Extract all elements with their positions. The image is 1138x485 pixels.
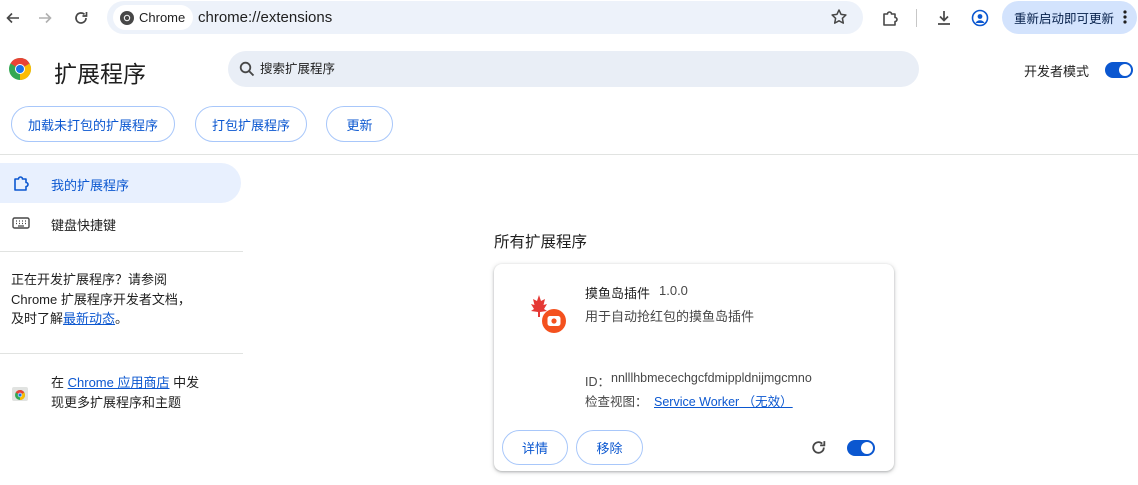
developer-mode-label: 开发者模式 — [1024, 64, 1090, 79]
dev-docs-line2: Chrome 扩展程序开发者文档， — [11, 291, 191, 307]
download-icon — [938, 11, 950, 25]
inspect-views-label: 检查视图： — [585, 395, 648, 409]
back-button[interactable] — [0, 5, 26, 31]
chrome-web-store-icon — [12, 387, 28, 401]
dev-docs-line3: 及时了解最新动态。 — [11, 309, 191, 329]
sidebar-item-label: 键盘快捷键 — [51, 218, 117, 233]
url-text[interactable]: chrome://extensions — [198, 9, 332, 26]
web-store-promo: 在 Chrome 应用商店 中发 现更多扩展程序和主题 — [51, 373, 199, 412]
downloads-button[interactable] — [931, 5, 957, 31]
reload-button[interactable] — [68, 5, 94, 31]
extension-id-label: ID： — [585, 375, 611, 389]
sidebar-divider — [0, 251, 243, 252]
bookmark-star-button[interactable] — [827, 5, 851, 29]
dev-docs-line3-prefix: 及时了解 — [11, 311, 64, 326]
extension-description: 用于自动抢红包的摸鱼岛插件 — [585, 309, 755, 324]
update-button[interactable]: 更新 — [326, 106, 393, 142]
profile-button[interactable] — [967, 5, 993, 31]
sidebar-item-my-extensions[interactable]: 我的扩展程序 — [0, 163, 241, 203]
web-store-prefix: 在 — [51, 375, 68, 390]
extension-id: nnlllhbmecechgcfdmippldnijmgcmno — [611, 371, 812, 385]
search-input[interactable] — [260, 51, 900, 87]
page-title: 扩展程序 — [54, 61, 146, 87]
kebab-menu-icon[interactable] — [1122, 9, 1128, 25]
site-chip[interactable]: Chrome — [113, 5, 194, 30]
relaunch-update-label: 重新启动即可更新 — [1014, 12, 1115, 26]
search-icon — [239, 61, 255, 77]
puzzle-icon — [12, 174, 30, 192]
web-store-line1: 在 Chrome 应用商店 中发 — [51, 373, 199, 393]
chrome-logo-icon — [9, 57, 32, 80]
arrow-left-icon — [6, 12, 19, 24]
remove-button[interactable]: 移除 — [576, 430, 643, 465]
arrow-right-icon — [39, 12, 52, 24]
chrome-logo-icon — [120, 10, 134, 25]
toolbar-divider — [916, 9, 917, 27]
developer-mode-toggle[interactable] — [1105, 62, 1133, 78]
sidebar-item-label: 我的扩展程序 — [51, 178, 130, 193]
forward-button[interactable] — [32, 5, 58, 31]
extension-enable-toggle[interactable] — [847, 440, 875, 456]
load-unpacked-button[interactable]: 加载未打包的扩展程序 — [11, 106, 175, 142]
dev-docs-line1: 正在开发扩展程序？请参阅 — [11, 272, 168, 287]
keyboard-icon — [12, 214, 30, 232]
site-chip-label: Chrome — [139, 10, 186, 25]
browser-toolbar: Chrome chrome://extensions 重新启动即可更新 — [0, 0, 1138, 38]
header-divider — [0, 154, 1138, 155]
search-box[interactable] — [228, 51, 919, 87]
extension-version: 1.0.0 — [659, 283, 688, 298]
relaunch-update-button[interactable]: 重新启动即可更新 — [1002, 1, 1137, 34]
puzzle-icon — [883, 11, 898, 26]
profile-icon — [971, 9, 989, 27]
developer-actions-bar: 加载未打包的扩展程序 打包扩展程序 更新 — [0, 106, 1138, 146]
extension-logo-icon — [531, 295, 566, 333]
star-icon — [831, 9, 847, 24]
sidebar-item-keyboard-shortcuts[interactable]: 键盘快捷键 — [0, 203, 241, 243]
dev-docs-promo: 正在开发扩展程序？请参阅 Chrome 扩展程序开发者文档， 及时了解最新动态。 — [11, 270, 191, 329]
reload-extension-icon[interactable] — [810, 439, 827, 456]
extensions-menu-button[interactable] — [877, 5, 903, 31]
dev-docs-line3-suffix: 。 — [115, 311, 129, 326]
details-button[interactable]: 详情 — [502, 430, 568, 465]
chrome-web-store-link[interactable]: Chrome 应用商店 — [68, 375, 170, 390]
extension-name: 摸鱼岛插件 — [585, 286, 651, 301]
sidebar-divider — [0, 353, 243, 354]
address-bar[interactable]: Chrome chrome://extensions — [107, 1, 863, 34]
extension-card: 摸鱼岛插件 1.0.0 用于自动抢红包的摸鱼岛插件 ID： nnlllhbmec… — [494, 264, 894, 471]
pack-extension-button[interactable]: 打包扩展程序 — [195, 106, 307, 142]
all-extensions-heading: 所有扩展程序 — [494, 234, 588, 251]
service-worker-link[interactable]: Service Worker （无效） — [654, 391, 793, 410]
latest-news-link[interactable]: 最新动态 — [63, 311, 115, 326]
reload-icon — [75, 12, 88, 24]
web-store-suffix: 中发 — [169, 375, 200, 390]
web-store-line2: 现更多扩展程序和主题 — [51, 394, 182, 410]
extensions-header: 扩展程序 开发者模式 — [0, 40, 1138, 100]
